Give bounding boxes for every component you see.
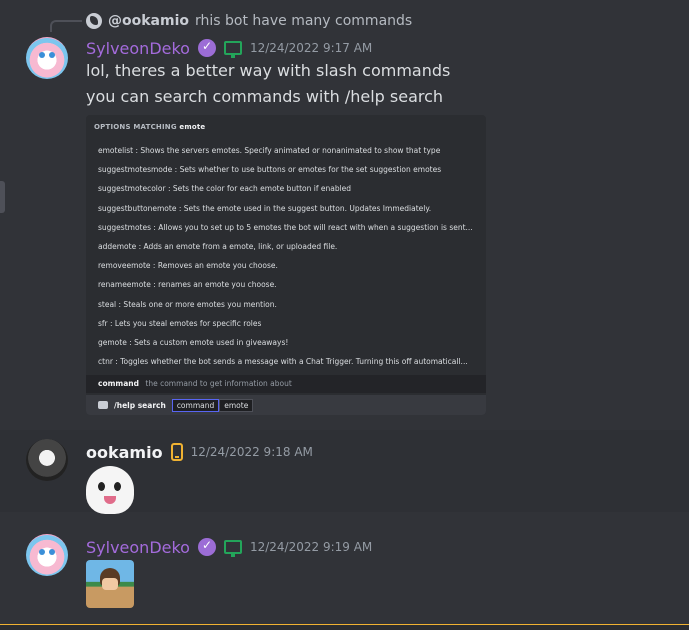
command-option-list: emotelist : Shows the servers emotes. Sp… <box>98 141 478 371</box>
desktop-icon <box>223 41 242 58</box>
timestamp[interactable]: 12/24/2022 9:19 AM <box>250 540 372 554</box>
timestamp[interactable]: 12/24/2022 9:17 AM <box>250 41 372 55</box>
command-param-chip: command <box>171 398 220 412</box>
nitro-badge-icon[interactable] <box>197 538 216 556</box>
command-option: sfr : Lets you steal emotes for specific… <box>98 318 262 328</box>
mobile-icon <box>170 443 183 461</box>
hint-param-name: command <box>98 379 139 388</box>
reply-preview[interactable]: @ookamio rhis bot have many commands <box>86 11 412 31</box>
message-group-sylveondeko-2: SylveonDeko 12/24/2022 9:19 AM <box>0 512 689 624</box>
reply-spine <box>50 20 82 32</box>
timestamp[interactable]: 12/24/2022 9:18 AM <box>191 445 313 459</box>
command-option: suggestmotecolor : Sets the color for ea… <box>98 184 352 194</box>
bot-icon <box>98 401 108 409</box>
reply-text: rhis bot have many commands <box>195 13 413 29</box>
command-text: /help search <box>114 400 166 410</box>
hint-param-desc: the command to get information about <box>145 379 292 388</box>
command-option: gemote : Sets a custom emote used in giv… <box>98 337 289 347</box>
command-option: removeemote : Removes an emote you choos… <box>98 261 278 271</box>
message-header: SylveonDeko 12/24/2022 9:17 AM <box>86 37 372 59</box>
reply-username[interactable]: @ookamio <box>108 13 189 29</box>
sticker-image[interactable] <box>86 466 134 514</box>
options-title-prefix: OPTIONS MATCHING <box>94 123 177 131</box>
reply-avatar <box>86 13 102 29</box>
command-option: renameemote : renames an emote you choos… <box>98 280 277 290</box>
command-option: suggestmotesmode : Sets whether to use b… <box>98 165 442 175</box>
username[interactable]: ookamio <box>86 443 163 462</box>
message-group-sylveondeko-1: @ookamio rhis bot have many commands Syl… <box>0 0 689 430</box>
command-option: ctnr : Toggles whether the bot sends a m… <box>98 357 468 367</box>
command-chips: command emote <box>171 398 254 412</box>
message-text-line: lol, theres a better way with slash comm… <box>86 61 451 80</box>
options-title: OPTIONS MATCHING emote <box>94 123 205 131</box>
next-message-edge <box>0 624 689 630</box>
command-option: addemote : Adds an emote from a emote, l… <box>98 241 338 251</box>
command-option: suggestbuttonemote : Sets the emote used… <box>98 203 432 213</box>
sticker-image[interactable] <box>86 560 134 608</box>
message-text-line: you can search commands with /help searc… <box>86 87 444 106</box>
username[interactable]: SylveonDeko <box>86 39 190 58</box>
message-group-ookamio: ookamio 12/24/2022 9:18 AM <box>0 430 689 514</box>
attachment-image[interactable]: OPTIONS MATCHING emote emotelist : Shows… <box>86 115 486 415</box>
command-option: suggestmotes : Allows you to set up to 5… <box>98 222 473 232</box>
message-header: ookamio 12/24/2022 9:18 AM <box>86 441 313 463</box>
avatar[interactable] <box>26 37 68 79</box>
nitro-badge-icon[interactable] <box>197 39 216 57</box>
avatar[interactable] <box>26 534 68 576</box>
options-title-query: emote <box>179 123 206 131</box>
desktop-icon <box>223 540 242 557</box>
username[interactable]: SylveonDeko <box>86 538 190 557</box>
command-option: emotelist : Shows the servers emotes. Sp… <box>98 146 441 155</box>
avatar[interactable] <box>26 439 68 481</box>
command-value-chip: emote <box>219 398 254 412</box>
command-option: steal : Steals one or more emotes you me… <box>98 299 277 309</box>
command-hint: command the command to get information a… <box>86 375 486 393</box>
command-input-bar: /help search command emote <box>86 395 486 415</box>
message-header: SylveonDeko 12/24/2022 9:19 AM <box>86 536 372 558</box>
